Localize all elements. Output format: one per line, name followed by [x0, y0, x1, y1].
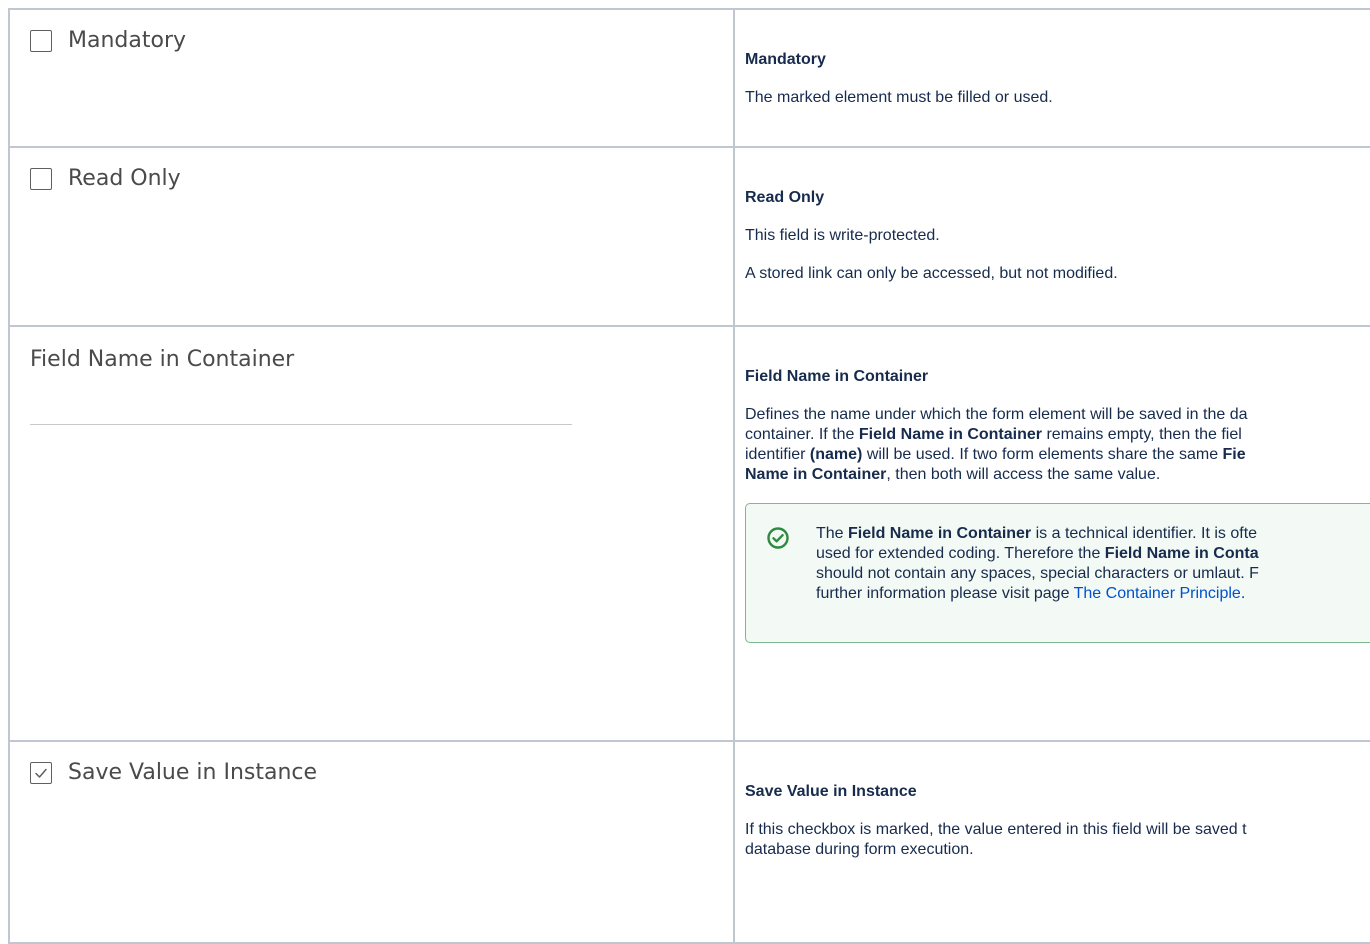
field-name-label: Field Name in Container: [30, 347, 295, 372]
field-name-input[interactable]: [30, 424, 572, 425]
checkbox-unchecked-icon: [30, 29, 52, 52]
option-title: Mandatory: [745, 51, 826, 68]
option-description: If this checkbox is marked, the value en…: [745, 821, 1247, 858]
mandatory-checkbox[interactable]: Mandatory: [10, 10, 733, 53]
option-title: Field Name in Container: [745, 368, 929, 385]
checkbox-checked-icon: [30, 761, 52, 784]
table-row: Save Value in Instance Save Value in Ins…: [8, 740, 1370, 944]
checkbox-label: Mandatory: [68, 28, 187, 53]
screenshot-cell: Save Value in Instance: [8, 740, 735, 944]
checkbox-label: Save Value in Instance: [68, 760, 318, 785]
option-description: The marked element must be filled or use…: [745, 89, 1053, 106]
screenshot-cell: Mandatory: [8, 8, 735, 148]
option-title: Save Value in Instance: [745, 783, 917, 800]
screenshot-cell: Field Name in Container: [8, 325, 735, 742]
option-description: This field is write-protected.: [745, 227, 940, 244]
success-info-panel: The Field Name in Container is a technic…: [745, 503, 1370, 643]
table-row: Mandatory Mandatory The marked element m…: [8, 8, 1370, 148]
documentation-table: Mandatory Mandatory The marked element m…: [8, 8, 1370, 944]
container-principle-link[interactable]: The Container Principle: [1074, 585, 1241, 602]
check-circle-icon: [767, 527, 789, 549]
table-row: Read Only Read Only This field is write-…: [8, 146, 1370, 327]
option-title: Read Only: [745, 189, 825, 206]
description-cell: Field Name in Container Defines the name…: [733, 325, 1370, 742]
checkbox-label: Read Only: [68, 166, 181, 191]
screenshot-cell: Read Only: [8, 146, 735, 327]
read-only-checkbox[interactable]: Read Only: [10, 148, 733, 191]
option-description: A stored link can only be accessed, but …: [745, 265, 1118, 282]
checkbox-unchecked-icon: [30, 167, 52, 190]
description-cell: Save Value in Instance If this checkbox …: [733, 740, 1370, 944]
panel-text: The Field Name in Container is a technic…: [816, 525, 1259, 602]
description-cell: Read Only This field is write-protected.…: [733, 146, 1370, 327]
description-cell: Mandatory The marked element must be fil…: [733, 8, 1370, 148]
table-row: Field Name in Container Field Name in Co…: [8, 325, 1370, 742]
option-description: Defines the name under which the form el…: [745, 406, 1248, 483]
save-value-checkbox[interactable]: Save Value in Instance: [10, 742, 733, 785]
